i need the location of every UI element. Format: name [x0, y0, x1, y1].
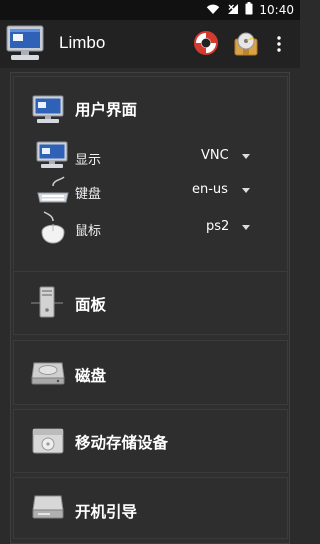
section-removable-storage[interactable]: 移动存储设备	[13, 409, 288, 473]
content-area: 用户界面 显示 VNC 键盘 en-us 鼠标 ps2 面板 磁盘 移动存储设备…	[0, 68, 300, 544]
display-dropdown-arrow-icon	[242, 154, 250, 159]
section-title-panel: 面板	[75, 296, 107, 314]
mouse-icon	[38, 211, 68, 249]
help-lifebuoy-icon[interactable]	[193, 30, 219, 60]
keyboard-dropdown-arrow-icon	[242, 188, 250, 193]
keyboard-dropdown[interactable]: en-us	[189, 179, 274, 201]
install-package-icon[interactable]	[232, 31, 260, 61]
mouse-label: 鼠标	[75, 224, 102, 239]
keyboard-label: 键盘	[75, 187, 102, 202]
hard-disk-icon	[31, 358, 65, 390]
app-logo-computer-icon	[5, 24, 45, 66]
keyboard-icon	[36, 176, 70, 208]
status-icons: 10:40	[206, 2, 294, 18]
app-title: Limbo	[59, 33, 106, 52]
battery-icon	[245, 2, 253, 18]
section-panel[interactable]: 面板	[13, 271, 288, 335]
display-dropdown[interactable]: VNC	[189, 145, 274, 167]
signal-icon	[226, 3, 239, 18]
mouse-dropdown-arrow-icon	[242, 225, 250, 230]
section-title-removable-storage: 移动存储设备	[75, 434, 169, 452]
panel-tower-icon	[31, 284, 63, 324]
optical-drive-icon	[31, 426, 65, 460]
status-bar: 10:40	[0, 0, 300, 20]
boot-drive-icon	[31, 493, 65, 525]
wifi-icon	[206, 3, 220, 18]
app-bar: Limbo	[0, 20, 300, 68]
user-interface-monitor-icon	[32, 94, 64, 130]
display-label: 显示	[75, 153, 102, 168]
keyboard-value: en-us	[192, 182, 228, 197]
section-title-disk: 磁盘	[75, 367, 107, 385]
clock-text: 10:40	[259, 3, 294, 17]
overflow-menu-icon[interactable]	[276, 36, 282, 56]
display-monitor-icon	[36, 140, 68, 174]
display-value: VNC	[201, 148, 229, 163]
section-title-boot: 开机引导	[75, 503, 138, 521]
mouse-value: ps2	[206, 219, 230, 234]
section-disk[interactable]: 磁盘	[13, 340, 288, 405]
section-boot[interactable]: 开机引导	[13, 477, 288, 539]
section-title-user-interface: 用户界面	[75, 101, 138, 119]
mouse-dropdown[interactable]: ps2	[189, 216, 274, 238]
section-user-interface[interactable]: 用户界面 显示 VNC 键盘 en-us 鼠标 ps2	[13, 76, 288, 272]
